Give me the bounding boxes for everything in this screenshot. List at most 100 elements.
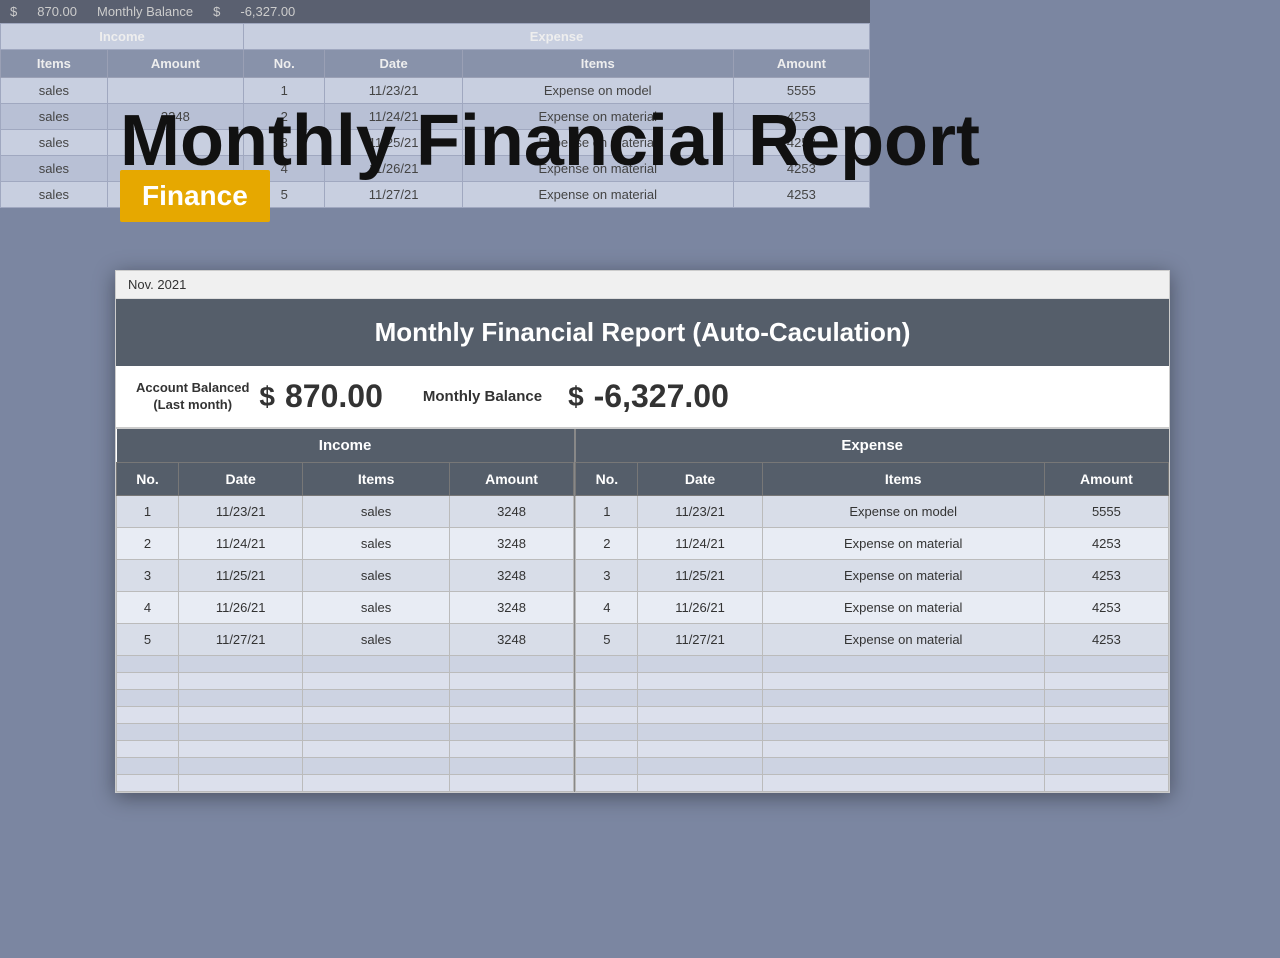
income-col-amount: Amount xyxy=(449,463,573,496)
income-row-date: 11/27/21 xyxy=(179,624,303,656)
income-row-items: sales xyxy=(303,528,450,560)
income-row-amount xyxy=(449,758,573,775)
income-row-amount: 3248 xyxy=(449,624,573,656)
report-table: Income Expense No. Date Items Amount No.… xyxy=(116,429,1169,792)
expense-row-date: 11/26/21 xyxy=(638,592,762,624)
bg-row-exp-amount: 4253 xyxy=(733,156,869,182)
expense-row-amount xyxy=(1044,741,1168,758)
income-section-header: Income xyxy=(117,429,574,463)
expense-row-amount xyxy=(1044,775,1168,792)
bg-row-exp-items: Expense on model xyxy=(462,78,733,104)
expense-row-date: 11/27/21 xyxy=(638,624,762,656)
expense-row-amount xyxy=(1044,690,1168,707)
expense-row-date xyxy=(638,758,762,775)
bg-row-exp-amount: 4253 xyxy=(733,182,869,208)
expense-row-no xyxy=(576,741,638,758)
income-row-items: sales xyxy=(303,592,450,624)
expense-row-no xyxy=(576,758,638,775)
finance-badge: Finance xyxy=(120,170,270,222)
bg-row-date: 11/24/21 xyxy=(325,104,462,130)
expense-row-date: 11/25/21 xyxy=(638,560,762,592)
income-row-no xyxy=(117,673,179,690)
income-row-no: 5 xyxy=(117,624,179,656)
income-col-no: No. xyxy=(117,463,179,496)
expense-row-no: 1 xyxy=(576,496,638,528)
expense-row-date xyxy=(638,656,762,673)
income-row-items: sales xyxy=(303,496,450,528)
account-value: 870.00 xyxy=(285,378,383,415)
income-row-date xyxy=(179,724,303,741)
expense-row-amount xyxy=(1044,656,1168,673)
bg-monthly-label: Monthly Balance xyxy=(97,4,193,19)
income-row-no xyxy=(117,758,179,775)
bg-col-date: Date xyxy=(325,50,462,78)
bg-row-no: 2 xyxy=(243,104,325,130)
expense-row-no: 2 xyxy=(576,528,638,560)
expense-row-date xyxy=(638,690,762,707)
income-row-date xyxy=(179,758,303,775)
expense-row-items xyxy=(762,724,1044,741)
expense-row-amount: 4253 xyxy=(1044,624,1168,656)
bg-col-items2: Items xyxy=(462,50,733,78)
expense-row-amount xyxy=(1044,707,1168,724)
report-date: Nov. 2021 xyxy=(116,271,1169,299)
income-row-amount: 3248 xyxy=(449,592,573,624)
bg-row-exp-amount: 5555 xyxy=(733,78,869,104)
expense-row-no xyxy=(576,707,638,724)
income-row-no xyxy=(117,724,179,741)
bg-col-no: No. xyxy=(243,50,325,78)
bg-row-items: sales xyxy=(1,78,108,104)
expense-row-amount: 4253 xyxy=(1044,528,1168,560)
expense-row-no xyxy=(576,690,638,707)
income-col-date: Date xyxy=(179,463,303,496)
bg-expense-header: Expense xyxy=(243,24,869,50)
expense-row-items xyxy=(762,690,1044,707)
account-dollar: $ xyxy=(259,381,275,413)
bg-row-exp-items: Expense on material xyxy=(462,182,733,208)
bg-row-items: sales xyxy=(1,104,108,130)
income-row-amount xyxy=(449,673,573,690)
expense-row-date xyxy=(638,741,762,758)
bg-monthly-value: -6,327.00 xyxy=(240,4,295,19)
expense-row-no xyxy=(576,775,638,792)
bg-balance-dollar: $ xyxy=(10,4,17,19)
expense-row-items: Expense on model xyxy=(762,496,1044,528)
expense-row-items: Expense on material xyxy=(762,592,1044,624)
expense-row-items: Expense on material xyxy=(762,528,1044,560)
bg-row-items: sales xyxy=(1,130,108,156)
income-row-date: 11/24/21 xyxy=(179,528,303,560)
account-balanced-label: Account Balanced(Last month) xyxy=(136,380,249,414)
income-row-amount xyxy=(449,741,573,758)
monthly-value: -6,327.00 xyxy=(594,378,729,415)
expense-col-no: No. xyxy=(576,463,638,496)
expense-row-amount xyxy=(1044,673,1168,690)
expense-row-amount: 5555 xyxy=(1044,496,1168,528)
income-row-no: 2 xyxy=(117,528,179,560)
bg-col-amount2: Amount xyxy=(733,50,869,78)
bg-row-date: 11/27/21 xyxy=(325,182,462,208)
expense-row-amount: 4253 xyxy=(1044,560,1168,592)
income-row-amount xyxy=(449,690,573,707)
income-row-items xyxy=(303,775,450,792)
income-row-amount xyxy=(449,724,573,741)
report-card: Nov. 2021 Monthly Financial Report (Auto… xyxy=(115,270,1170,793)
income-row-amount: 3248 xyxy=(449,560,573,592)
bg-row-exp-items: Expense on material xyxy=(462,104,733,130)
expense-row-items: Expense on material xyxy=(762,624,1044,656)
income-row-date xyxy=(179,673,303,690)
bg-row-no: 3 xyxy=(243,130,325,156)
bg-row-date: 11/25/21 xyxy=(325,130,462,156)
bg-row-exp-items: Expense on material xyxy=(462,130,733,156)
expense-row-amount: 4253 xyxy=(1044,592,1168,624)
bg-row-exp-items: Expense on material xyxy=(462,156,733,182)
income-row-date: 11/23/21 xyxy=(179,496,303,528)
income-row-amount: 3248 xyxy=(449,528,573,560)
income-row-items xyxy=(303,758,450,775)
income-row-date: 11/26/21 xyxy=(179,592,303,624)
income-row-no xyxy=(117,707,179,724)
expense-row-date xyxy=(638,707,762,724)
income-row-items: sales xyxy=(303,560,450,592)
expense-row-amount xyxy=(1044,758,1168,775)
bg-col-items: Items xyxy=(1,50,108,78)
monthly-balance-label: Monthly Balance xyxy=(423,388,542,405)
